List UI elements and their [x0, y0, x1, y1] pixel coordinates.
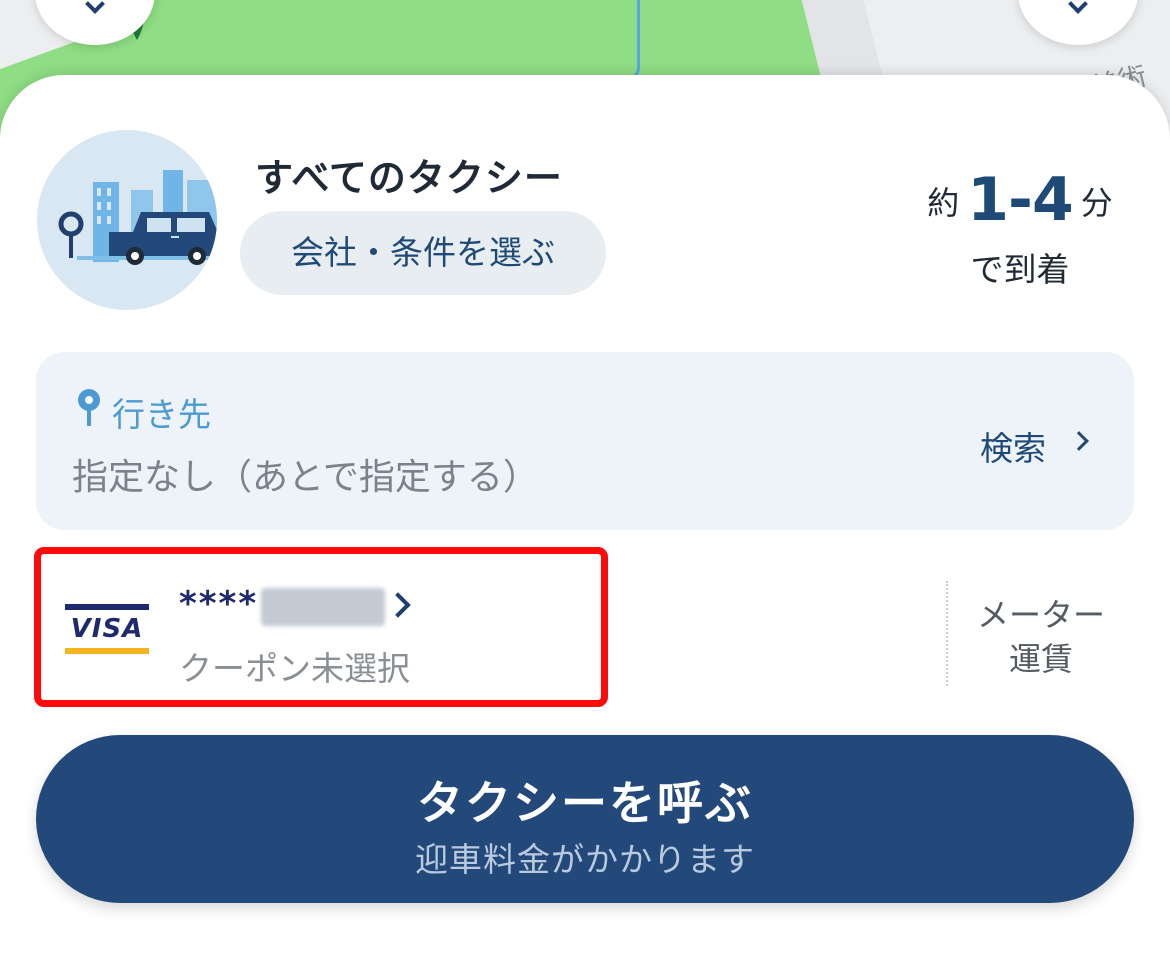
- map-river: [600, 0, 640, 80]
- eta-suffix: で到着: [970, 250, 1070, 289]
- call-taxi-label: タクシーを呼ぶ: [417, 776, 753, 830]
- coupon-status: クーポン未選択: [179, 649, 410, 688]
- chevron-down-icon: [85, 0, 105, 14]
- taxi-type-title: すべてのタクシー: [255, 156, 563, 200]
- destination-search-link[interactable]: 検索: [980, 422, 1046, 470]
- destination-field[interactable]: 行き先 指定なし（あとで指定する） 検索: [36, 352, 1134, 530]
- select-company-button[interactable]: 会社・条件を選ぶ: [240, 211, 606, 295]
- eta-prefix: 約: [927, 184, 960, 222]
- booking-sheet: すべてのタクシー 会社・条件を選ぶ 約 1-4 分 で到着 行き先 指定なし（あとで…: [0, 75, 1170, 978]
- eta-range: 1-4: [967, 165, 1073, 235]
- chevron-right-icon: [1069, 431, 1089, 451]
- eta-unit: 分: [1080, 184, 1113, 222]
- chevron-right-icon: [385, 592, 411, 618]
- call-taxi-button[interactable]: タクシーを呼ぶ 迎車料金がかかります: [36, 735, 1134, 903]
- pickup-fee-note: 迎車料金がかかります: [415, 840, 755, 879]
- taxi-illustration-icon: [37, 130, 217, 310]
- destination-value: 指定なし（あとで指定する）: [72, 457, 539, 498]
- eta-display: 約 1-4 分 で到着: [900, 165, 1140, 289]
- card-brand: VISA: [70, 614, 144, 644]
- card-number-redacted: [261, 588, 385, 626]
- fare-type: メーター 運賃: [966, 593, 1116, 681]
- fare-type-line2: 運賃: [1008, 640, 1073, 678]
- location-pin-icon: [78, 389, 100, 426]
- card-number-masked: ****: [179, 584, 259, 624]
- payment-method-button[interactable]: VISA **** クーポン未選択: [34, 547, 608, 707]
- fare-divider: [946, 581, 948, 686]
- chevron-down-icon: [1068, 0, 1088, 14]
- destination-label: 行き先: [112, 395, 211, 434]
- visa-card-icon: VISA: [65, 604, 149, 654]
- fare-type-line1: メーター: [976, 596, 1105, 634]
